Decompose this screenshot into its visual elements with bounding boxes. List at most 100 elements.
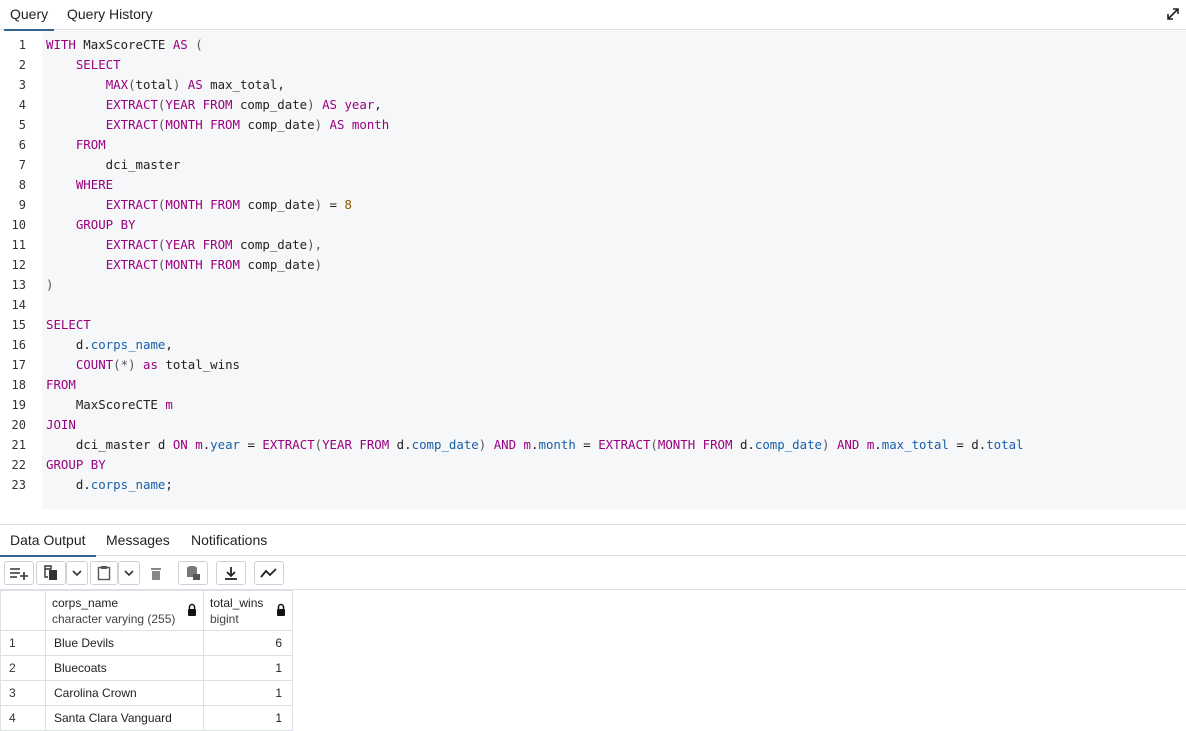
- line-number: 16: [11, 338, 26, 352]
- code-token: = d.: [948, 437, 987, 452]
- code-token: dci_master d: [46, 437, 173, 452]
- add-row-button[interactable]: [4, 561, 34, 585]
- code-token: MAX: [105, 77, 129, 92]
- code-text: WHERE: [46, 175, 113, 195]
- tab-query[interactable]: Query: [3, 0, 55, 31]
- tab-messages[interactable]: Messages: [106, 525, 170, 556]
- graph-visualiser-button[interactable]: [254, 561, 284, 585]
- cell-total-wins[interactable]: 1: [203, 680, 293, 706]
- copy-button[interactable]: [36, 561, 66, 585]
- code-token: =: [322, 197, 345, 212]
- code-area[interactable]: WITH MaxScoreCTE AS ( SELECT MAX(total) …: [42, 31, 1186, 509]
- code-token: EXTRACT: [262, 437, 315, 452]
- code-token: total_wins: [157, 357, 240, 372]
- code-text: EXTRACT(YEAR FROM comp_date),: [46, 235, 322, 255]
- grid-corner: [0, 590, 46, 631]
- line-number: 8: [18, 178, 26, 192]
- column-name: total_wins: [210, 596, 264, 610]
- download-icon: [225, 567, 237, 580]
- paste-dropdown-button[interactable]: [118, 561, 140, 585]
- cell-corps-name[interactable]: Bluecoats: [45, 655, 204, 681]
- row-number[interactable]: 4: [0, 705, 46, 731]
- line-number: 19: [11, 398, 26, 412]
- line-number: 14: [11, 298, 26, 312]
- copy-dropdown-icon: [72, 570, 82, 577]
- code-token: d.: [732, 437, 755, 452]
- line-number: 9: [18, 198, 26, 212]
- table-row[interactable]: 2 Bluecoats 1: [0, 655, 293, 681]
- code-text: ): [46, 275, 53, 295]
- tab-query-history[interactable]: Query History: [67, 0, 153, 29]
- row-number[interactable]: 3: [0, 680, 46, 706]
- row-number[interactable]: 2: [0, 655, 46, 681]
- cell-total-wins[interactable]: 1: [203, 705, 293, 731]
- copy-dropdown-button[interactable]: [66, 561, 88, 585]
- column-header-corps-name[interactable]: corps_name character varying (255): [45, 590, 204, 631]
- line-number: 10: [11, 218, 26, 232]
- code-token: m: [523, 437, 532, 452]
- code-text: dci_master d ON m.year = EXTRACT(YEAR FR…: [46, 435, 1024, 455]
- cell-corps-name[interactable]: Carolina Crown: [45, 680, 204, 706]
- cell-corps-name[interactable]: Blue Devils: [45, 630, 204, 656]
- table-row[interactable]: 4 Santa Clara Vanguard 1: [0, 705, 293, 731]
- delete-button[interactable]: [142, 561, 170, 585]
- sql-editor[interactable]: 1 2 3 4 5 6 7 8 9 10 11 12 13 14 15 16 17 18 19 20 21 22 23 WI…: [0, 31, 1186, 511]
- code-token: ): [46, 277, 54, 292]
- code-token: EXTRACT: [105, 97, 158, 112]
- cell-total-wins[interactable]: 1: [203, 655, 293, 681]
- code-token: EXTRACT: [105, 257, 158, 272]
- code-token: AND: [836, 437, 860, 452]
- code-token: AS: [172, 37, 188, 52]
- download-button[interactable]: [216, 561, 246, 585]
- line-number: 12: [11, 258, 26, 272]
- code-token: ): [314, 117, 323, 132]
- row-number[interactable]: 1: [0, 630, 46, 656]
- column-header-total-wins[interactable]: total_wins bigint: [203, 590, 293, 631]
- cell-corps-name[interactable]: Santa Clara Vanguard: [45, 705, 204, 731]
- save-data-button[interactable]: [178, 561, 208, 585]
- line-number: 17: [11, 358, 26, 372]
- tab-data-output[interactable]: Data Output: [0, 525, 95, 557]
- code-token: d.: [46, 337, 91, 352]
- code-token: EXTRACT: [105, 197, 158, 212]
- lock-icon: [277, 603, 285, 616]
- code-token: comp_date: [239, 257, 315, 272]
- code-token: AND: [493, 437, 517, 452]
- code-text: MAX(total) AS max_total,: [46, 75, 285, 95]
- table-row[interactable]: 3 Carolina Crown 1: [0, 680, 293, 706]
- line-number: 23: [11, 478, 26, 492]
- code-token: m: [165, 397, 173, 412]
- code-token: (: [650, 437, 658, 452]
- code-token: ON: [172, 437, 188, 452]
- line-number: 20: [11, 418, 26, 432]
- tab-notifications[interactable]: Notifications: [191, 525, 267, 556]
- code-text: EXTRACT(MONTH FROM comp_date): [46, 255, 322, 275]
- code-token: d.: [46, 477, 91, 492]
- line-number: 5: [18, 118, 26, 132]
- code-token: m: [195, 437, 203, 452]
- paste-button[interactable]: [90, 561, 118, 585]
- code-token: ,: [165, 337, 173, 352]
- code-token: GROUP BY: [46, 457, 106, 472]
- code-token: COUNT: [75, 357, 114, 372]
- code-token: FROM: [75, 137, 106, 152]
- code-token: ): [307, 97, 315, 112]
- code-token: ): [314, 257, 323, 272]
- table-row[interactable]: 1 Blue Devils 6: [0, 630, 293, 656]
- cell-total-wins[interactable]: 6: [203, 630, 293, 656]
- code-token: ,: [374, 97, 382, 112]
- code-text: WITH MaxScoreCTE AS (: [46, 35, 203, 55]
- code-token: JOIN: [46, 417, 76, 432]
- query-tabbar: Query Query History: [0, 0, 1186, 31]
- code-token: max_total,: [202, 77, 285, 92]
- code-text: MaxScoreCTE m: [46, 395, 173, 415]
- code-text: EXTRACT(MONTH FROM comp_date) AS month: [46, 115, 390, 135]
- expand-icon[interactable]: [1166, 7, 1180, 21]
- code-token: (*): [113, 357, 136, 372]
- code-token: month: [351, 117, 390, 132]
